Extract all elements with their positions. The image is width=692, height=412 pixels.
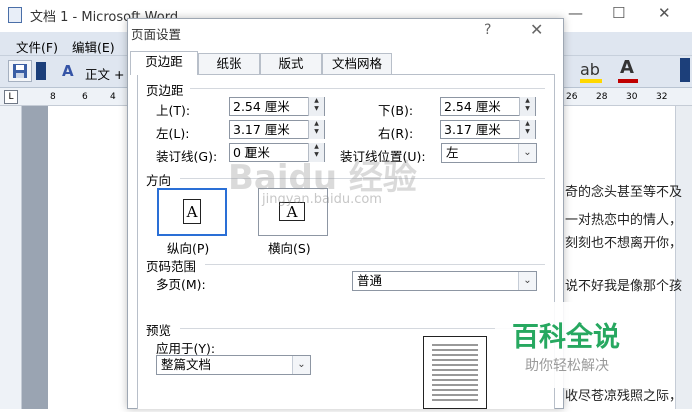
preview-lines-icon	[432, 344, 478, 401]
bottom-margin-value: 2.54 厘米	[444, 99, 501, 114]
tab-stop-icon[interactable]: L	[4, 90, 18, 104]
bottom-margin-spinner[interactable]: ▲ ▼	[519, 97, 535, 116]
vertical-ruler	[0, 106, 22, 409]
ruler-tick: 8	[50, 92, 56, 102]
menu-file[interactable]: 文件(F)	[16, 37, 58, 56]
ruler-tick: 4	[110, 92, 116, 102]
ruler-tick: 30	[626, 92, 638, 102]
preview-section-title: 预览	[146, 323, 172, 338]
ruler-tick: 26	[566, 92, 578, 102]
gutter-label: 装订线(G):	[156, 149, 218, 164]
tab-paper[interactable]: 纸张	[198, 53, 260, 74]
watermark-title: 百科全说	[512, 322, 620, 353]
left-margin-spinner[interactable]: ▲ ▼	[308, 120, 324, 139]
minimize-button[interactable]: —	[568, 4, 583, 22]
word-document-icon	[8, 7, 22, 23]
landscape-label[interactable]: 横向(S)	[268, 238, 311, 257]
ruler-tick: 6	[82, 92, 88, 102]
document-margin	[22, 106, 48, 409]
chevron-down-icon[interactable]: ⌄	[518, 272, 536, 290]
portrait-label[interactable]: 纵向(P)	[167, 238, 209, 257]
multiple-pages-select[interactable]: 普通	[352, 271, 537, 291]
ruler-tick: 28	[596, 92, 608, 102]
doc-text-line: 刻刻也不想离开你，	[565, 236, 683, 251]
menu-edit[interactable]: 编辑(E)	[72, 37, 115, 56]
right-margin-spinner[interactable]: ▲ ▼	[519, 120, 535, 139]
watermark-subtitle: 助你轻松解决	[525, 358, 609, 374]
section-divider	[180, 328, 545, 329]
tab-margins[interactable]: 页边距	[130, 51, 198, 75]
top-margin-value: 2.54 厘米	[233, 99, 290, 114]
vertical-scrollbar[interactable]	[675, 106, 692, 409]
gutter-position-value: 左	[446, 145, 459, 160]
portrait-option[interactable]: A	[157, 188, 227, 236]
tab-document-grid[interactable]: 文档网格	[322, 53, 392, 74]
save-icon[interactable]	[8, 60, 32, 82]
page-range-section-title: 页码范围	[146, 259, 197, 274]
toolbar-overflow-icon[interactable]	[680, 58, 690, 82]
style-selector[interactable]: 正文 +	[85, 64, 124, 83]
bottom-margin-label: 下(B):	[378, 103, 414, 118]
multiple-pages-label: 多页(M):	[156, 277, 206, 292]
watermark-url: jingyan.baidu.com	[262, 192, 382, 207]
styles-icon[interactable]: A	[62, 62, 74, 80]
maximize-button[interactable]: ☐	[612, 4, 625, 22]
font-color-swatch	[618, 79, 638, 83]
doc-text-line: 奇的念头甚至等不及	[565, 185, 683, 200]
doc-text-line: 一对热恋中的情人，	[565, 213, 683, 228]
doc-text-line: 说不好我是像那个孩	[565, 279, 683, 294]
chevron-down-icon[interactable]: ⌄	[292, 356, 310, 374]
toolbar-chevron-icon[interactable]	[36, 62, 46, 80]
help-button[interactable]: ?	[484, 22, 491, 38]
left-margin-value: 3.17 厘米	[233, 122, 290, 137]
section-divider	[205, 264, 545, 265]
right-margin-label: 右(R):	[378, 126, 414, 141]
apply-to-select[interactable]: 整篇文档	[156, 355, 311, 375]
portrait-page-icon: A	[183, 199, 201, 224]
right-margin-value: 3.17 厘米	[444, 122, 501, 137]
tab-layout[interactable]: 版式	[260, 53, 322, 74]
left-margin-label: 左(L):	[156, 126, 190, 141]
top-margin-label: 上(T):	[156, 103, 191, 118]
chevron-down-icon[interactable]: ⌄	[518, 144, 536, 162]
ruler-tick: 32	[656, 92, 668, 102]
font-color-icon[interactable]: A	[620, 57, 634, 78]
dialog-close-button[interactable]: ✕	[530, 20, 543, 39]
orientation-section-title: 方向	[146, 173, 172, 188]
section-divider	[190, 88, 545, 89]
highlight-swatch	[580, 79, 602, 83]
close-window-button[interactable]: ✕	[658, 4, 671, 22]
margins-section-title: 页边距	[146, 83, 184, 98]
top-margin-spinner[interactable]: ▲ ▼	[308, 97, 324, 116]
multiple-pages-value: 普通	[357, 273, 383, 288]
preview-page	[423, 336, 487, 409]
apply-to-value: 整篇文档	[161, 357, 212, 372]
dialog-title: 页面设置	[131, 27, 182, 42]
highlight-icon[interactable]: ab	[580, 60, 600, 80]
